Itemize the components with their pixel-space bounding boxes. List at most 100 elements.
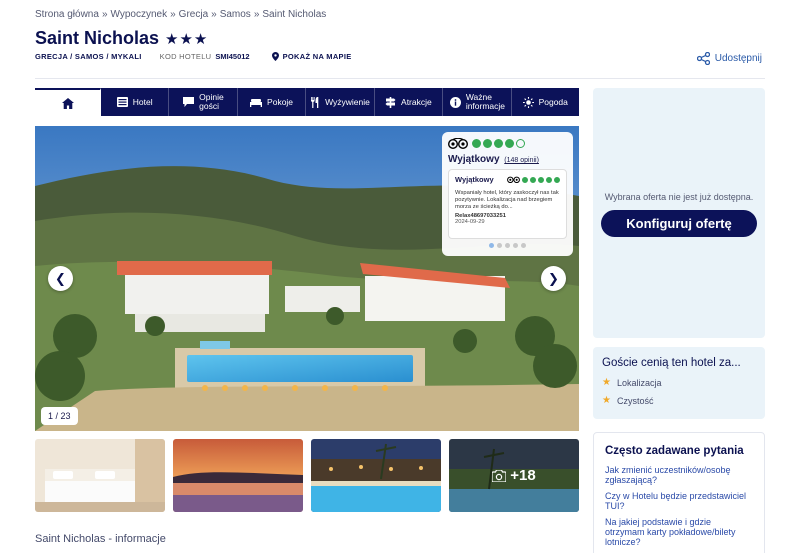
info-icon [449,96,461,108]
guests-value-item: ★ Czystość [602,395,756,406]
tab-hotel-label: Hotel [132,96,153,107]
tab-wyzywienie-label: Wyżywienie [325,96,370,107]
faq-question-link[interactable]: Jak zmienić uczestników/osobę zgłaszając… [605,465,753,485]
thumbnail-more-photos[interactable]: +18 [449,439,579,512]
pager-dot[interactable] [513,243,518,248]
tab-pogoda[interactable]: Pogoda [512,88,579,116]
breadcrumb-item-hotel: Saint Nicholas [262,9,327,20]
tripadvisor-widget[interactable]: Wyjątkowy (148 opinii) Wyjątkowy Wspania… [442,132,573,256]
sun-icon [522,96,534,108]
star-icon: ★ [602,395,611,406]
chevron-left-icon: ❮ [55,270,66,286]
offer-panel: Wybrana oferta nie jest już dostępna. Ko… [593,88,765,338]
signpost-icon [385,96,396,108]
page-title: Saint Nicholas [35,28,160,48]
guests-value-panel: Goście cenią ten hotel za... ★ Lokalizac… [593,347,765,419]
review-pager[interactable] [448,243,567,248]
tab-home[interactable] [35,88,101,116]
hotel-tabbar: Hotel Opinie gości Pokoje Wyżywienie Atr… [35,88,579,116]
breadcrumb-separator: » [253,9,260,20]
review-card-header: Wyjątkowy [455,175,560,184]
tab-atrakcje-label: Atrakcje [401,96,432,107]
guests-value-item-label: Lokalizacja [616,377,662,388]
review-date: 2024-09-29 [455,219,485,225]
rating-label: Wyjątkowy [448,154,500,165]
breadcrumb-item-wypoczynek[interactable]: Wypoczynek [111,9,168,20]
offer-unavailable-message: Wybrana oferta nie jest już dostępna. [604,192,754,202]
rating-bubble [494,139,503,148]
more-photos-overlay[interactable]: +18 [449,439,579,512]
hotel-location: GRECJA / SAMOS / MYKALI [35,52,142,61]
tab-opinie[interactable]: Opinie gości [169,88,238,116]
review-card-rating [507,176,560,183]
faq-question-link[interactable]: Czy w Hotelu będzie przedstawiciel TUI? [605,491,753,511]
thumbnail-sunset-pool[interactable] [173,439,303,512]
thumbnail-night-pool[interactable] [311,439,441,512]
gallery-prev-button[interactable]: ❮ [48,266,73,291]
hotel-info-heading: Saint Nicholas - informacje [35,533,166,545]
tab-hotel[interactable]: Hotel [101,88,170,116]
thumbnail-room[interactable] [35,439,165,512]
faq-heading: Często zadawane pytania [605,445,744,457]
breadcrumb-separator: » [211,9,217,20]
tab-wazne-informacje-label: Ważne informacje [465,92,506,111]
rating-bubbles [472,139,525,148]
hotel-code: SMI45012 [215,52,250,61]
bed-icon [250,98,263,107]
guests-value-item-label: Czystość [616,395,654,406]
header-divider [35,78,765,79]
gallery-next-button[interactable]: ❯ [541,266,566,291]
pager-dot[interactable] [505,243,510,248]
sunset-pool-photo [173,439,303,512]
tab-wyzywienie[interactable]: Wyżywienie [306,88,375,116]
tab-wazne-informacje[interactable]: Ważne informacje [443,88,512,116]
chat-icon [183,97,195,107]
rating-row [448,138,567,149]
breadcrumb-item-home[interactable]: Strona główna [35,9,99,20]
rating-bubble [505,139,514,148]
reviews-count-link[interactable]: (148 opinii) [504,157,539,164]
tripadvisor-owl-icon [448,138,468,149]
title-row: Saint Nicholas ★★★ [35,28,208,49]
show-on-map-link[interactable]: POKAŻ NA MAPIE [271,52,352,61]
share-label: Udostępnij [714,53,762,64]
share-button[interactable]: Udostępnij [696,52,762,65]
guests-value-item: ★ Lokalizacja [602,377,756,388]
main-gallery-photo[interactable]: ❮ ❯ 1 / 23 Wyjątkowy (148 opinii) Wyjątk… [35,126,579,431]
breadcrumb-item-grecja[interactable]: Grecja [179,9,208,20]
night-pool-photo [311,439,441,512]
pager-dot[interactable] [521,243,526,248]
tab-pokoje[interactable]: Pokoje [238,88,307,116]
faq-panel: Często zadawane pytania Jak zmienić ucze… [593,432,765,553]
rating-bubble [472,139,481,148]
tab-atrakcje[interactable]: Atrakcje [375,88,444,116]
rating-bubble [516,139,525,148]
share-icon [696,52,710,65]
pager-dot-active[interactable] [489,243,494,248]
hotel-icon [116,97,128,107]
star-icon: ★ [602,377,611,388]
rating-label-row: Wyjątkowy (148 opinii) [448,154,567,165]
configure-offer-button[interactable]: Konfiguruj ofertę [601,210,757,237]
room-photo [35,439,165,512]
tab-pokoje-label: Pokoje [267,96,294,107]
home-icon [61,97,74,109]
rating-bubble [483,139,492,148]
pager-dot[interactable] [497,243,502,248]
cutlery-icon [310,96,320,108]
review-text: Wspaniały hotel, który zaskoczył nas tak… [455,190,559,210]
hotel-meta: GRECJA / SAMOS / MYKALI KOD HOTELU SMI45… [35,52,352,61]
breadcrumb-item-samos[interactable]: Samos [220,9,251,20]
hotel-code-label: KOD HOTELU [159,52,212,61]
guests-value-heading: Goście cenią ten hotel za... [602,357,741,369]
breadcrumb-separator: » [170,9,176,20]
map-pin-icon [271,52,279,61]
review-card[interactable]: Wyjątkowy Wspaniały hotel, który zaskocz… [448,169,567,239]
breadcrumb-separator: » [101,9,108,20]
more-photos-count: +18 [510,467,536,484]
tab-pogoda-label: Pogoda [538,96,568,107]
review-card-title: Wyjątkowy [455,175,494,184]
gallery-counter: 1 / 23 [41,407,78,425]
tripadvisor-owl-icon [507,176,520,183]
faq-question-link[interactable]: Na jakiej podstawie i gdzie otrzymam kar… [605,517,753,547]
